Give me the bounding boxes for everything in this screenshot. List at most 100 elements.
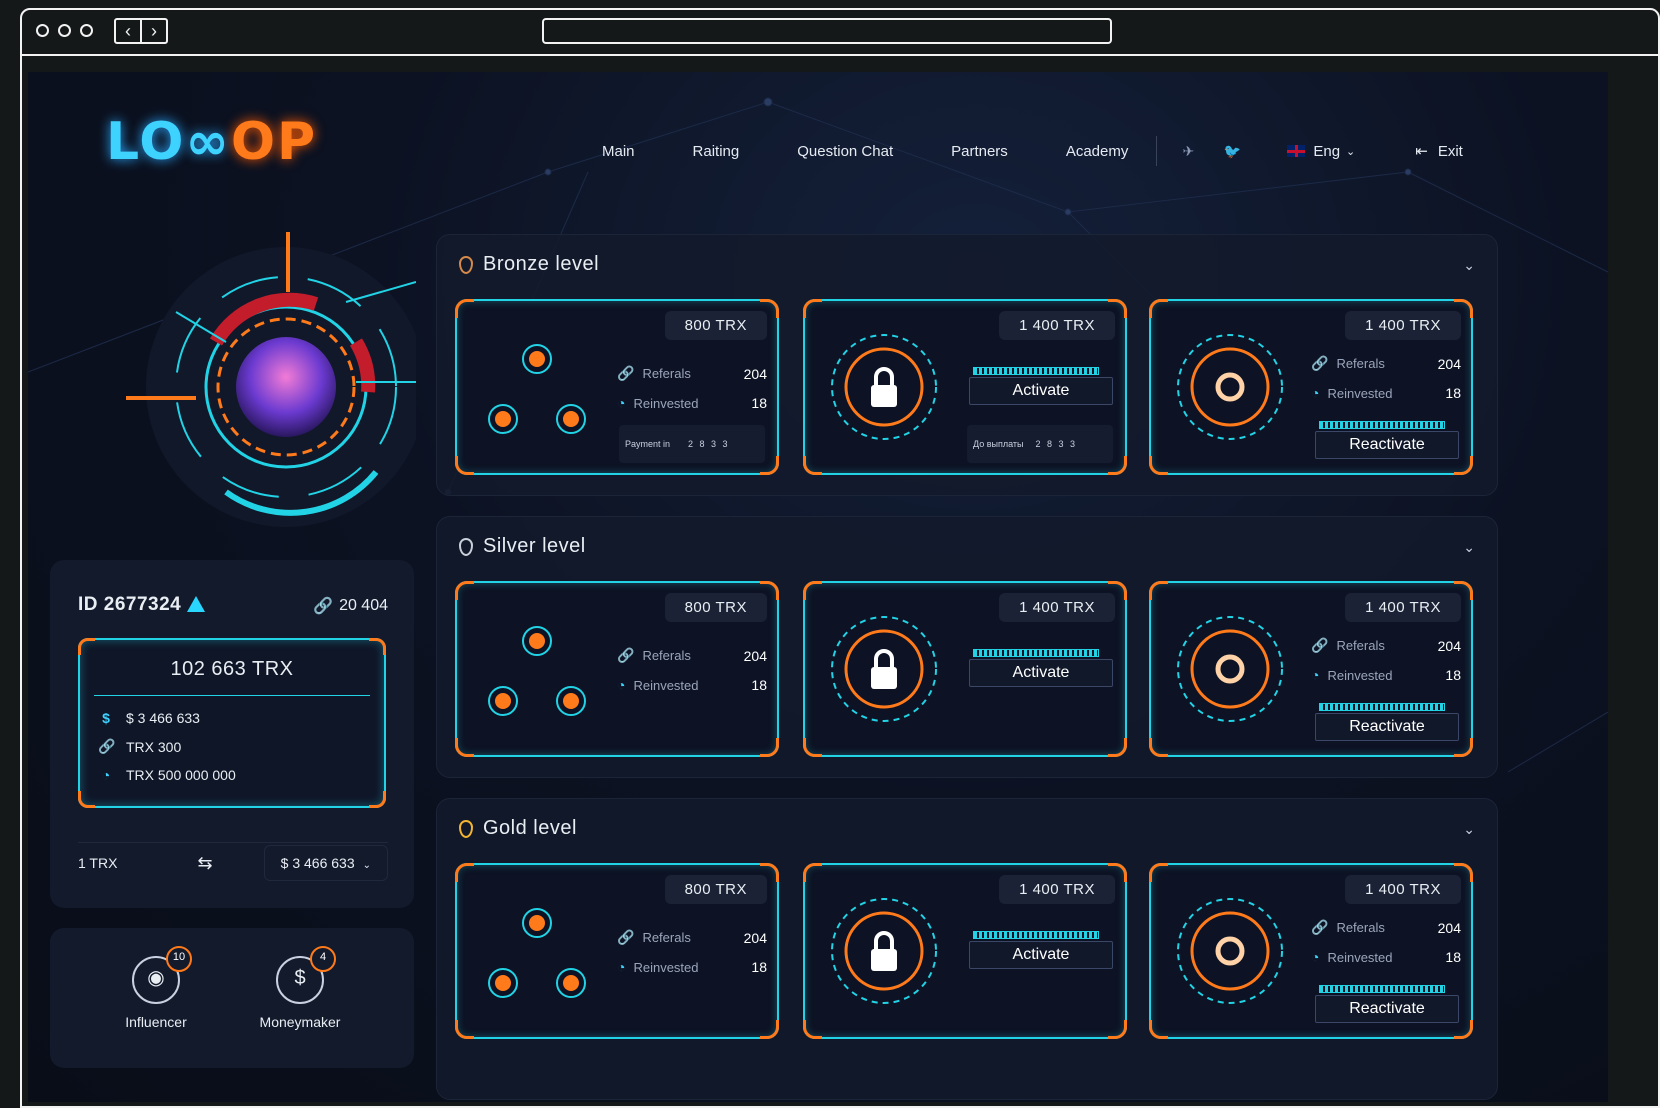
- reinvest-icon: ◔: [1311, 949, 1320, 965]
- activate-button[interactable]: Activate: [969, 659, 1113, 687]
- corner-accent: [760, 1020, 779, 1039]
- corner-accent: [1149, 299, 1168, 318]
- plan-tile[interactable]: 800 TRX 🔗 Referals 204 ◔ Reinvested 18 Payment …: [455, 299, 779, 475]
- reactivate-button[interactable]: Reactivate: [1315, 431, 1459, 459]
- link-icon: 🔗: [1311, 355, 1329, 371]
- dollar-icon: $: [102, 710, 110, 726]
- corner-accent: [1149, 738, 1168, 757]
- balance-panel: 102 663 TRX $ $ 3 466 633 🔗 TRX 300 ◔ TRX 5…: [78, 638, 386, 808]
- swap-icon[interactable]: ⇆: [197, 853, 212, 874]
- referral-count: 🔗 20 404: [313, 597, 388, 615]
- reactivate-button[interactable]: Reactivate: [1315, 713, 1459, 741]
- plan-tile[interactable]: 800 TRX 🔗 Referals 204 ◔ Reinvested 18: [455, 863, 779, 1039]
- plan-tile[interactable]: 1 400 TRX 🔗 Referals 204 ◔ Reinvested 18 Reacti…: [1149, 581, 1473, 757]
- referals-stat: 🔗 Referals 204: [1311, 637, 1461, 654]
- reinvested-stat: ◔ Reinvested 18: [1311, 385, 1461, 401]
- medal-icon: [459, 255, 473, 274]
- currency-select[interactable]: $ 3 466 633 ⌄: [263, 845, 388, 881]
- plan-tile[interactable]: 1 400 TRX Activate: [803, 863, 1127, 1039]
- progress-bar: [1319, 703, 1445, 711]
- balance-ref-row: 🔗 TRX 300: [98, 738, 182, 755]
- window-close-dot[interactable]: [36, 24, 49, 37]
- corner-accent: [455, 1020, 474, 1039]
- plan-price: 1 400 TRX: [999, 311, 1115, 340]
- window-maximize-dot[interactable]: [80, 24, 93, 37]
- activate-button[interactable]: Activate: [969, 377, 1113, 405]
- exchange-rate: 1 TRX ⇆ $ 3 466 633 ⌄: [78, 842, 388, 883]
- collapse-chevron-icon[interactable]: ⌄: [1463, 821, 1475, 838]
- plan-price: 1 400 TRX: [1345, 875, 1461, 904]
- nav-divider: [1156, 136, 1158, 166]
- warning-icon[interactable]: [187, 596, 206, 612]
- language-selector[interactable]: Eng ⌄: [1287, 143, 1355, 160]
- reinvest-icon: ◔: [617, 959, 626, 975]
- loop-logo[interactable]: LO∞OP: [106, 112, 317, 172]
- exit-button[interactable]: ⇤ Exit: [1415, 142, 1463, 161]
- corner-accent: [803, 299, 822, 318]
- link-icon: 🔗: [1311, 919, 1329, 935]
- browser-toolbar: ‹ ›: [22, 10, 1658, 56]
- referral-nodes-graphic: [488, 344, 586, 434]
- payment-countdown: До выплаты 2 8 3 3: [967, 425, 1113, 463]
- nav-main[interactable]: Main: [602, 143, 635, 160]
- plan-tile[interactable]: 1 400 TRX 🔗 Referals 204 ◔ Reinvested 18 Reacti…: [1149, 299, 1473, 475]
- chevron-down-icon: ⌄: [1346, 145, 1356, 158]
- progress-bar: [973, 367, 1099, 375]
- activate-button[interactable]: Activate: [969, 941, 1113, 969]
- plan-tile[interactable]: 1 400 TRX Activate До выплаты 2 8 3 3: [803, 299, 1127, 475]
- plan-price: 800 TRX: [664, 875, 767, 904]
- progress-bar: [973, 931, 1099, 939]
- corner-accent: [803, 863, 822, 882]
- nav-partners[interactable]: Partners: [951, 143, 1008, 160]
- level-panel: Gold level ⌄ 800 TRX 🔗 Referals 204 ◔ Reinveste…: [436, 798, 1498, 1100]
- twitter-icon[interactable]: 🐦: [1223, 142, 1241, 160]
- corner-accent: [803, 581, 822, 600]
- level-header[interactable]: Gold level: [459, 817, 577, 840]
- lock-graphic: [831, 898, 937, 1004]
- history-nav: ‹ ›: [114, 18, 168, 44]
- collapse-chevron-icon[interactable]: ⌄: [1463, 257, 1475, 274]
- telegram-icon[interactable]: ✈: [1179, 142, 1197, 160]
- user-card: ID 2677324 🔗 20 404 102 663 TRX $ $ 3 466…: [50, 560, 414, 908]
- status-moneymaker[interactable]: $4 Moneymaker: [250, 946, 350, 1030]
- broadcast-icon: ◉ 10: [132, 946, 192, 1004]
- dollar-coin-icon: $4: [276, 946, 336, 1004]
- level-header[interactable]: Silver level: [459, 535, 586, 558]
- nav-question-chat[interactable]: Question Chat: [797, 143, 893, 160]
- corner-accent: [455, 738, 474, 757]
- referral-nodes-graphic: [488, 908, 586, 998]
- back-icon[interactable]: ‹: [116, 20, 142, 42]
- reinvested-stat: ◔ Reinvested 18: [1311, 667, 1461, 683]
- referals-stat: 🔗 Referals 204: [617, 929, 767, 946]
- reinvested-stat: ◔ Reinvested 18: [617, 395, 767, 411]
- plan-tile[interactable]: 1 400 TRX 🔗 Referals 204 ◔ Reinvested 18 Reacti…: [1149, 863, 1473, 1039]
- plan-tile[interactable]: 800 TRX 🔗 Referals 204 ◔ Reinvested 18: [455, 581, 779, 757]
- corner-accent: [1149, 863, 1168, 882]
- divider: [94, 695, 370, 696]
- corner-accent: [760, 738, 779, 757]
- lock-graphic: [831, 616, 937, 722]
- exit-icon: ⇤: [1415, 143, 1428, 160]
- reinvest-graphic: [1177, 616, 1283, 722]
- nav-raiting[interactable]: Raiting: [693, 143, 740, 160]
- plan-price: 800 TRX: [664, 311, 767, 340]
- forward-icon[interactable]: ›: [142, 20, 166, 42]
- corner-accent: [803, 1020, 822, 1039]
- corner-accent: [1108, 738, 1127, 757]
- nav-academy[interactable]: Academy: [1066, 143, 1129, 160]
- reactivate-button[interactable]: Reactivate: [1315, 995, 1459, 1023]
- lock-graphic: [831, 334, 937, 440]
- collapse-chevron-icon[interactable]: ⌄: [1463, 539, 1475, 556]
- address-bar[interactable]: [542, 18, 1112, 44]
- referals-stat: 🔗 Referals 204: [1311, 919, 1461, 936]
- status-influencer[interactable]: ◉ 10 Influencer: [106, 946, 206, 1030]
- plan-tile[interactable]: 1 400 TRX Activate: [803, 581, 1127, 757]
- plan-price: 1 400 TRX: [999, 593, 1115, 622]
- level-header[interactable]: Bronze level: [459, 253, 599, 276]
- main-nav: Main Raiting Question Chat Partners Acad…: [602, 136, 1463, 166]
- chevron-down-icon: ⌄: [362, 860, 371, 871]
- reinvest-graphic: [1177, 898, 1283, 1004]
- window-minimize-dot[interactable]: [58, 24, 71, 37]
- payment-countdown: Payment in 2 8 3 3: [619, 425, 765, 463]
- link-icon: 🔗: [617, 365, 635, 381]
